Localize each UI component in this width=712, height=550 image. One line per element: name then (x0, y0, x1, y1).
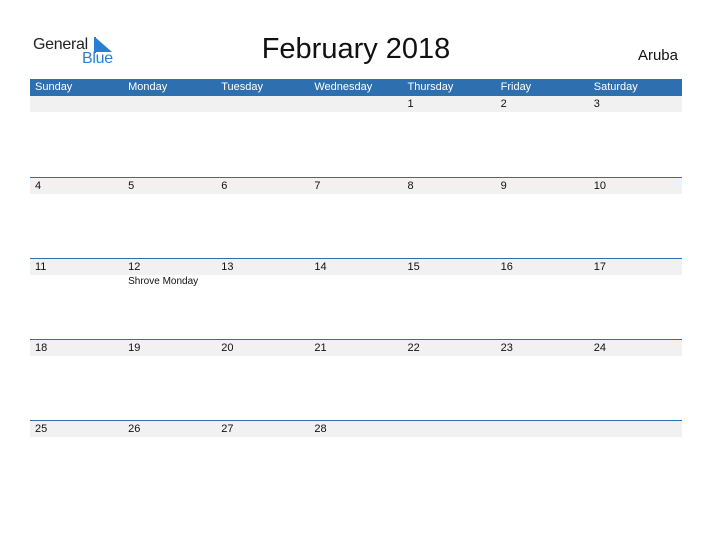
week-row: 25 26 27 28 (30, 420, 682, 501)
week-row: 18 19 20 21 22 23 24 (30, 339, 682, 420)
date-number: 28 (314, 423, 327, 435)
date-number (403, 421, 496, 437)
date-number: 2 (500, 98, 507, 110)
date-number: 3 (593, 98, 600, 110)
weekday-tuesday: Tuesday (221, 81, 264, 93)
week-row: 4 5 6 7 8 9 10 (30, 177, 682, 258)
date-number: 12 (128, 261, 141, 273)
date-number (123, 96, 216, 112)
holiday-event: Shrove Monday (128, 276, 199, 287)
date-number: 15 (407, 261, 420, 273)
country-label: Aruba (637, 47, 678, 64)
holiday-event (496, 275, 589, 289)
date-number (309, 96, 402, 112)
holiday-event (216, 275, 309, 289)
date-number: 4 (35, 180, 42, 192)
date-number: 7 (314, 180, 321, 192)
date-number: 17 (593, 261, 606, 273)
date-number (30, 96, 123, 112)
weekday-thursday: Thursday (407, 81, 454, 93)
date-number: 10 (593, 180, 606, 192)
date-number: 26 (128, 423, 141, 435)
weekday-header: Sunday Monday Tuesday Wednesday Thursday… (30, 79, 682, 96)
week-row: 11 12 13 14 15 16 17 Shrove Monday (30, 258, 682, 339)
weekday-friday: Friday (500, 81, 532, 93)
date-number: 27 (221, 423, 234, 435)
date-number: 16 (500, 261, 513, 273)
date-number: 21 (314, 342, 327, 354)
weekday-wednesday: Wednesday (314, 81, 373, 93)
page-title: February 2018 (261, 33, 451, 65)
date-row: 1 2 3 (30, 96, 682, 112)
events-row: Shrove Monday (30, 275, 682, 289)
holiday-event (309, 275, 402, 289)
date-number: 13 (221, 261, 234, 273)
date-row: 25 26 27 28 (30, 421, 682, 437)
date-number: 23 (500, 342, 513, 354)
date-number: 1 (407, 98, 414, 110)
calendar-grid: Sunday Monday Tuesday Wednesday Thursday… (30, 79, 682, 501)
date-number (589, 421, 682, 437)
holiday-event (589, 275, 682, 289)
date-number: 11 (35, 261, 47, 273)
date-number: 25 (35, 423, 48, 435)
date-number: 22 (407, 342, 420, 354)
holiday-event (403, 275, 496, 289)
date-number: 20 (221, 342, 234, 354)
date-number (216, 96, 309, 112)
week-row: 1 2 3 (30, 96, 682, 177)
date-number: 14 (314, 261, 327, 273)
date-number: 8 (407, 180, 414, 192)
date-number: 19 (128, 342, 141, 354)
date-number: 24 (593, 342, 606, 354)
date-number: 6 (221, 180, 228, 192)
date-number: 18 (35, 342, 48, 354)
date-row: 11 12 13 14 15 16 17 (30, 259, 682, 275)
weekday-monday: Monday (128, 81, 168, 93)
date-row: 4 5 6 7 8 9 10 (30, 178, 682, 194)
holiday-event (30, 275, 123, 289)
date-number: 9 (500, 180, 507, 192)
date-number (496, 421, 589, 437)
date-row: 18 19 20 21 22 23 24 (30, 340, 682, 356)
weekday-sunday: Sunday (35, 81, 73, 93)
date-number: 5 (128, 180, 135, 192)
weekday-saturday: Saturday (593, 81, 638, 93)
